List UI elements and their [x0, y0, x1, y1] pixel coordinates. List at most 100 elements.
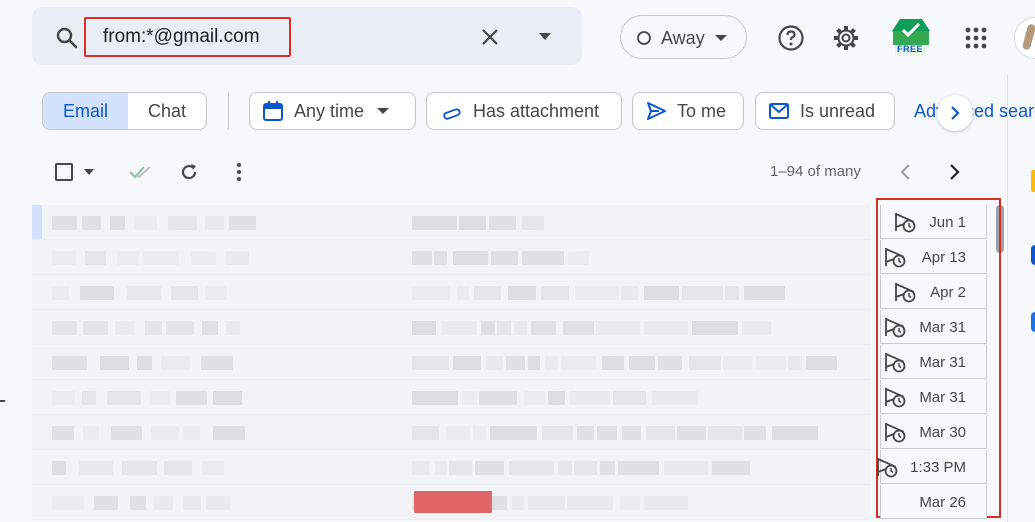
chevron-down-icon[interactable] — [84, 169, 94, 175]
redacted-subject-block — [708, 426, 742, 440]
email-row[interactable] — [32, 450, 870, 485]
date-cell: Apr 2 — [880, 275, 987, 309]
advanced-search-link[interactable]: Advanced search — [914, 101, 1035, 122]
avatar[interactable] — [1014, 17, 1035, 59]
email-chat-toggle: Email Chat — [42, 92, 207, 130]
side-panel-divider — [1007, 75, 1008, 522]
free-badge: FREE — [897, 44, 924, 54]
date-cell: Mar 31 — [880, 380, 987, 414]
redacted-sender-block — [83, 426, 99, 440]
chip-label: Any time — [294, 100, 365, 121]
more-options-icon[interactable] — [235, 162, 243, 182]
redacted-subject-block — [545, 356, 558, 370]
redacted-sender-block — [171, 286, 198, 300]
older-page-chevron-icon[interactable] — [949, 163, 961, 181]
redacted-subject-block — [412, 356, 449, 370]
search-options-dropdown-icon[interactable] — [537, 32, 553, 42]
redacted-sender-block — [137, 356, 152, 370]
redacted-sender-block — [150, 391, 170, 405]
left-rail-marker — [0, 400, 5, 402]
redacted-subject-block — [644, 496, 688, 510]
email-row[interactable] — [32, 485, 870, 520]
side-panel-contacts-icon[interactable] — [1031, 312, 1035, 332]
scroll-chips-right-button[interactable] — [937, 95, 973, 131]
chip-to-me[interactable]: To me — [632, 92, 744, 130]
search-icon[interactable] — [55, 26, 79, 50]
double-check-icon[interactable] — [128, 164, 156, 180]
date-cell: Apr 13 — [880, 240, 987, 274]
redacted-sender-block — [127, 286, 161, 300]
tab-email[interactable]: Email — [43, 93, 128, 129]
redacted-subject-block — [457, 286, 469, 300]
redacted-sender-block — [52, 461, 66, 475]
redacted-sender-block — [52, 251, 76, 265]
redacted-sender-block — [111, 426, 142, 440]
chip-has-attachment[interactable]: Has attachment — [426, 92, 622, 130]
redacted-subject-block — [756, 356, 786, 370]
chevron-right-icon — [951, 106, 960, 120]
snoozed-flag-icon — [883, 386, 909, 413]
help-icon[interactable] — [777, 24, 805, 52]
redacted-sender-block — [226, 251, 249, 265]
redacted-subject-block — [725, 286, 739, 300]
email-row[interactable] — [32, 380, 870, 415]
redacted-subject-block — [652, 391, 698, 405]
redacted-sender-block — [206, 496, 230, 510]
redacted-sender-block — [52, 356, 87, 370]
redacted-sender-block — [151, 426, 179, 440]
email-row[interactable] — [32, 205, 870, 240]
chip-any-time[interactable]: Any time — [249, 92, 416, 130]
redacted-sender-block — [205, 216, 224, 230]
refresh-icon[interactable] — [179, 162, 199, 182]
redacted-subject-block — [621, 286, 638, 300]
redacted-subject-block — [412, 251, 432, 265]
clear-search-icon[interactable] — [480, 27, 500, 47]
snoozed-flag-icon — [893, 211, 919, 238]
redacted-subject-block — [508, 286, 536, 300]
tab-chat[interactable]: Chat — [128, 93, 206, 129]
date-cell: 1:33 PM — [877, 450, 987, 484]
redacted-subject-block — [620, 496, 640, 510]
redacted-sender-block — [143, 251, 179, 265]
calendar-icon — [263, 101, 283, 121]
redacted-sender-block — [94, 496, 118, 510]
redacted-subject-block — [723, 356, 752, 370]
redacted-subject-block — [453, 251, 488, 265]
email-date: Mar 31 — [919, 354, 966, 371]
email-row[interactable] — [32, 415, 870, 450]
redacted-subject-block — [475, 461, 504, 475]
send-arrow-icon — [647, 102, 666, 120]
side-panel-keep-icon[interactable] — [1031, 170, 1035, 192]
redacted-subject-block — [644, 321, 688, 335]
redacted-sender-block — [117, 251, 139, 265]
redacted-subject-block — [435, 461, 447, 475]
side-panel-tasks-icon[interactable] — [1031, 245, 1035, 265]
redacted-subject-block — [692, 321, 738, 335]
email-row[interactable] — [32, 310, 870, 345]
redacted-subject-block — [682, 286, 723, 300]
apps-grid-icon[interactable] — [964, 26, 988, 50]
redacted-subject-block — [479, 391, 517, 405]
email-date: Mar 30 — [919, 424, 966, 441]
divider — [228, 92, 229, 130]
redacted-subject-block — [514, 321, 527, 335]
settings-gear-icon[interactable] — [832, 24, 860, 52]
email-row[interactable] — [32, 240, 870, 275]
redacted-subject-block — [531, 321, 556, 335]
email-row[interactable] — [32, 345, 870, 380]
redacted-subject-block — [489, 216, 516, 230]
status-label: Away — [661, 28, 705, 48]
redacted-subject-block — [541, 286, 569, 300]
email-row[interactable] — [32, 275, 870, 310]
redacted-subject-block — [597, 426, 617, 440]
select-all-checkbox[interactable] — [55, 163, 73, 181]
redacted-subject-block — [528, 496, 565, 510]
redacted-subject-block — [806, 356, 837, 370]
paperclip-icon — [443, 108, 461, 120]
redacted-sender-block — [52, 286, 69, 300]
search-input[interactable]: from:*@gmail.com — [103, 26, 260, 48]
pagination-label: 1–94 of many — [770, 163, 861, 180]
status-circle-icon — [637, 31, 651, 45]
newer-page-chevron-icon[interactable] — [899, 163, 911, 181]
chip-is-unread[interactable]: Is unread — [755, 92, 895, 130]
